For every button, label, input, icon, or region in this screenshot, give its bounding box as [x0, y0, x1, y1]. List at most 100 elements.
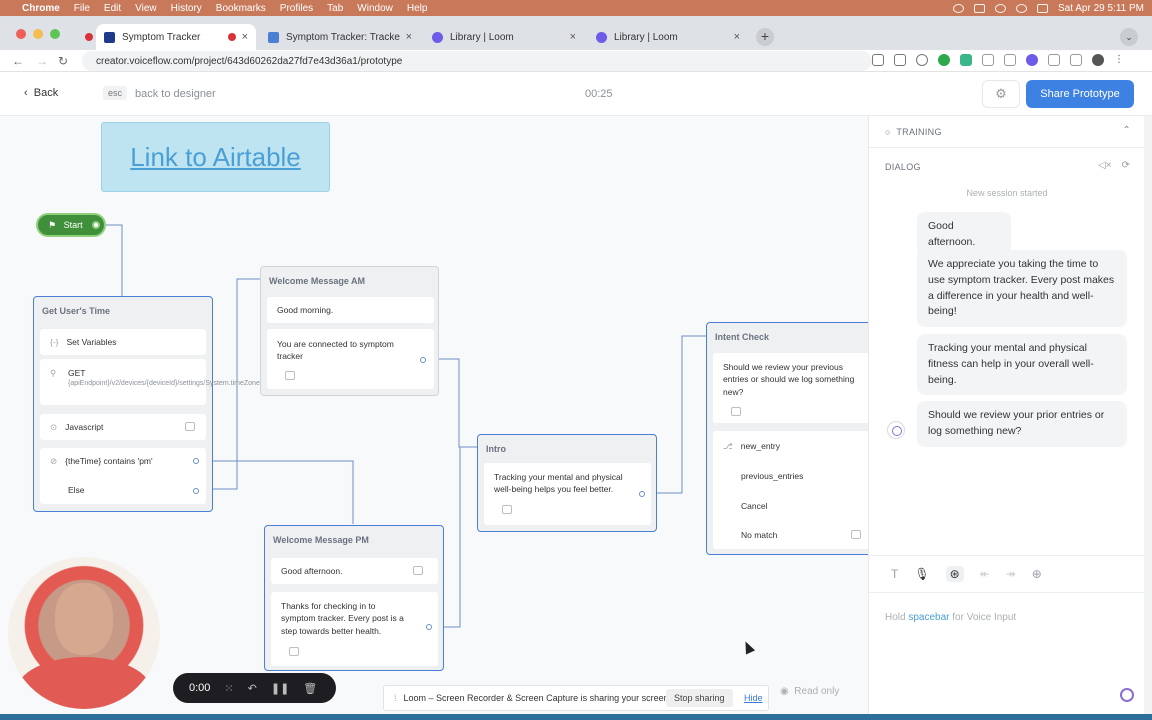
extension-icon[interactable] [1004, 54, 1016, 66]
next-port[interactable] [426, 624, 432, 630]
prompt-step[interactable]: Should we review your previous entries o… [713, 353, 868, 423]
extension-icon[interactable] [982, 54, 994, 66]
tab-loom-library[interactable]: Library | Loom × [424, 24, 584, 50]
back-arrow-icon[interactable]: ← [12, 54, 24, 68]
new-tab-button[interactable]: + [756, 28, 774, 46]
get-users-time-block[interactable]: Get User's Time {-} Set Variables ⚲ GET {… [33, 296, 260, 512]
speak-step[interactable]: Good afternoon. [271, 558, 438, 584]
maximize-window-icon[interactable] [50, 29, 60, 39]
tab-symptom-tracker[interactable]: Symptom Tracker × [96, 24, 256, 50]
menu-view[interactable]: View [135, 3, 157, 14]
restart-icon[interactable]: ⟳ [1122, 160, 1130, 171]
intro-block[interactable]: Intro Tracking your mental and physical … [477, 434, 657, 532]
control-center-icon[interactable] [1037, 3, 1049, 13]
condition-step[interactable]: ⊘ {theTime} contains 'pm' Else [40, 448, 206, 504]
menu-history[interactable]: History [171, 3, 202, 14]
back-button[interactable]: ‹ Back [24, 87, 58, 99]
extension-grammarly-icon[interactable] [960, 54, 972, 66]
redo-arrow-icon[interactable]: ↠ [1006, 567, 1016, 581]
menu-help[interactable]: Help [407, 3, 428, 14]
close-tab-icon[interactable]: × [734, 31, 740, 43]
share-icon[interactable] [894, 54, 906, 66]
forward-arrow-icon[interactable]: → [36, 54, 48, 68]
message-icon [289, 647, 299, 656]
chevron-up-icon[interactable]: ⌃ [1122, 125, 1131, 136]
menu-bookmarks[interactable]: Bookmarks [216, 3, 266, 14]
intent-check-block[interactable]: Intent Check Should we review your previ… [706, 322, 868, 555]
extension-loom-icon[interactable] [1026, 54, 1038, 66]
start-block[interactable]: ⚑ Start [36, 213, 106, 237]
tab-search-button[interactable]: ⌄ [1120, 28, 1138, 46]
back-to-designer-link[interactable]: back to designer [135, 88, 216, 100]
next-port[interactable] [420, 357, 426, 363]
text-input-icon[interactable]: T [891, 567, 898, 581]
url-field[interactable]: creator.voiceflow.com/project/643d60262d… [82, 51, 872, 71]
airtable-link-block[interactable]: Link to Airtable [101, 122, 330, 192]
voice-mode-icon[interactable]: ⊛ [945, 566, 964, 582]
choice-step[interactable]: ⎇ new_entry previous_entries Cancel No ma… [713, 431, 868, 549]
star-icon[interactable] [916, 54, 928, 66]
menu-edit[interactable]: Edit [104, 3, 121, 14]
bot-message: Should we review your prior entries or l… [917, 401, 1127, 447]
speak-step[interactable]: Thanks for checking in to symptom tracke… [271, 592, 438, 666]
kebab-menu-icon[interactable]: ⋮ [1114, 54, 1126, 66]
hide-banner-link[interactable]: Hide [744, 693, 763, 703]
reload-icon[interactable]: ↻ [58, 54, 68, 68]
no-match-row[interactable]: No match [723, 521, 859, 549]
puzzle-icon[interactable] [1048, 54, 1060, 66]
mute-icon[interactable]: ◁× [1098, 160, 1112, 171]
else-port[interactable] [193, 488, 199, 494]
tab-loom-library-2[interactable]: Library | Loom × [588, 24, 748, 50]
set-variables-step[interactable]: {-} Set Variables [40, 329, 206, 355]
settings-button[interactable]: ⚙ [982, 80, 1020, 108]
grid-icon[interactable]: ⁙ [224, 682, 233, 695]
choice-row[interactable]: Cancel [723, 491, 859, 521]
share-prototype-button[interactable]: Share Prototype [1026, 80, 1134, 108]
pause-icon[interactable]: ❚❚ [271, 682, 289, 695]
api-get-step[interactable]: ⚲ GET {apiEndpoint}/v2/devices/{deviceId… [40, 359, 260, 405]
welcome-am-block[interactable]: Welcome Message AM Good morning. You are… [260, 266, 439, 396]
training-section[interactable]: ○ TRAINING ⌃ [869, 116, 1145, 148]
next-port[interactable] [639, 491, 645, 497]
tab-symptom-tracker-ai[interactable]: Symptom Tracker: Tracker - Ai × [260, 24, 420, 50]
voiceflow-badge-icon[interactable] [1120, 688, 1134, 702]
choice-row[interactable]: ⎇ new_entry [723, 431, 859, 461]
speak-step[interactable]: You are connected to symptom tracker [267, 329, 434, 389]
trash-icon[interactable]: 🗑 [303, 682, 317, 695]
stop-sharing-button[interactable]: Stop sharing [666, 689, 733, 707]
start-port[interactable] [92, 221, 100, 229]
sidebar-icon[interactable] [1070, 54, 1082, 66]
condition-port[interactable] [193, 458, 199, 464]
wifi-icon[interactable] [995, 3, 1007, 13]
webcam-bubble[interactable] [8, 557, 160, 709]
menu-app[interactable]: Chrome [22, 3, 60, 14]
microphone-icon[interactable]: 🎙 [914, 567, 929, 581]
close-tab-icon[interactable]: × [570, 31, 576, 43]
browser-tabstrip: Symptom Tracker × Symptom Tracker: Track… [0, 16, 1152, 50]
close-tab-icon[interactable]: × [242, 31, 248, 43]
camera-icon[interactable] [872, 54, 884, 66]
welcome-pm-block[interactable]: Welcome Message PM Good afternoon. Thank… [264, 525, 444, 671]
drag-handle-icon[interactable]: ⁞ [394, 693, 397, 703]
javascript-step[interactable]: ⊙ Javascript [40, 414, 206, 440]
menubar-clock[interactable]: Sat Apr 29 5:11 PM [1058, 3, 1144, 14]
close-window-icon[interactable] [16, 29, 26, 39]
extension-green-icon[interactable] [938, 54, 950, 66]
airtable-link[interactable]: Link to Airtable [130, 142, 301, 173]
add-circle-icon[interactable]: ⊕ [1032, 567, 1042, 581]
speak-step[interactable]: Tracking your mental and physical well-b… [484, 463, 651, 525]
menu-tab[interactable]: Tab [327, 3, 343, 14]
minimize-window-icon[interactable] [33, 29, 43, 39]
status-icon[interactable] [953, 3, 965, 13]
close-tab-icon[interactable]: × [406, 31, 412, 43]
profile-avatar-icon[interactable] [1092, 54, 1104, 66]
undo-icon[interactable]: ↶ [248, 682, 257, 695]
undo-arrow-icon[interactable]: ↞ [980, 567, 990, 581]
menu-file[interactable]: File [74, 3, 90, 14]
search-icon[interactable] [1016, 3, 1028, 13]
menu-profiles[interactable]: Profiles [280, 3, 313, 14]
choice-row[interactable]: previous_entries [723, 461, 859, 491]
speak-step[interactable]: Good morning. [267, 297, 434, 323]
battery-icon[interactable] [974, 3, 986, 13]
menu-window[interactable]: Window [357, 3, 393, 14]
